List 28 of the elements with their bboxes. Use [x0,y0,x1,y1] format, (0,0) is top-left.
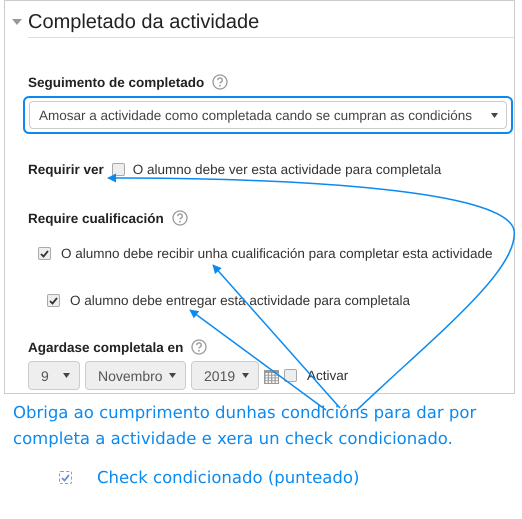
checkbox[interactable] [59,471,72,484]
help-icon[interactable] [191,339,208,355]
day-select[interactable]: 9 [28,361,80,390]
field-label: Agardase completala en [28,340,184,354]
select-field[interactable]: Amosar a actividade como completada cando se cumpran as condicións [29,101,507,129]
checkbox-label: O alumno debe recibir unha cualificación para completar esta actividade [61,246,492,261]
checkbox-label: O alumno debe entregar esta actividade para completala [70,293,410,308]
checkbox[interactable] [112,163,125,176]
help-icon[interactable] [172,210,188,226]
field-label: Require cualificación [28,210,164,226]
checkbox[interactable] [284,369,297,382]
year-select[interactable]: 2019 [191,361,259,390]
annotation-text: Obriga ao cumprimento dunhas condicións para dar por completa a actividade e xera un check condicionado. [13,402,478,450]
collapse-icon[interactable] [12,19,22,25]
caret-icon [491,112,498,118]
month-select[interactable]: Novembro [85,361,186,390]
field-label: Requirir ver [28,162,104,177]
field-label: Seguimento de completado [28,74,204,90]
checkbox[interactable] [47,294,60,307]
legend-text: Check condicionado (punteado) [97,468,360,487]
checkbox-label: O alumno debe ver esta actividade para completala [132,162,442,177]
calendar-icon[interactable] [264,368,279,384]
caret-icon [63,373,70,378]
caret-icon [169,373,176,378]
caret-icon [242,373,249,378]
help-icon[interactable] [212,74,228,90]
checkbox[interactable] [38,247,51,260]
section-title: Completado da actividade [28,10,260,34]
